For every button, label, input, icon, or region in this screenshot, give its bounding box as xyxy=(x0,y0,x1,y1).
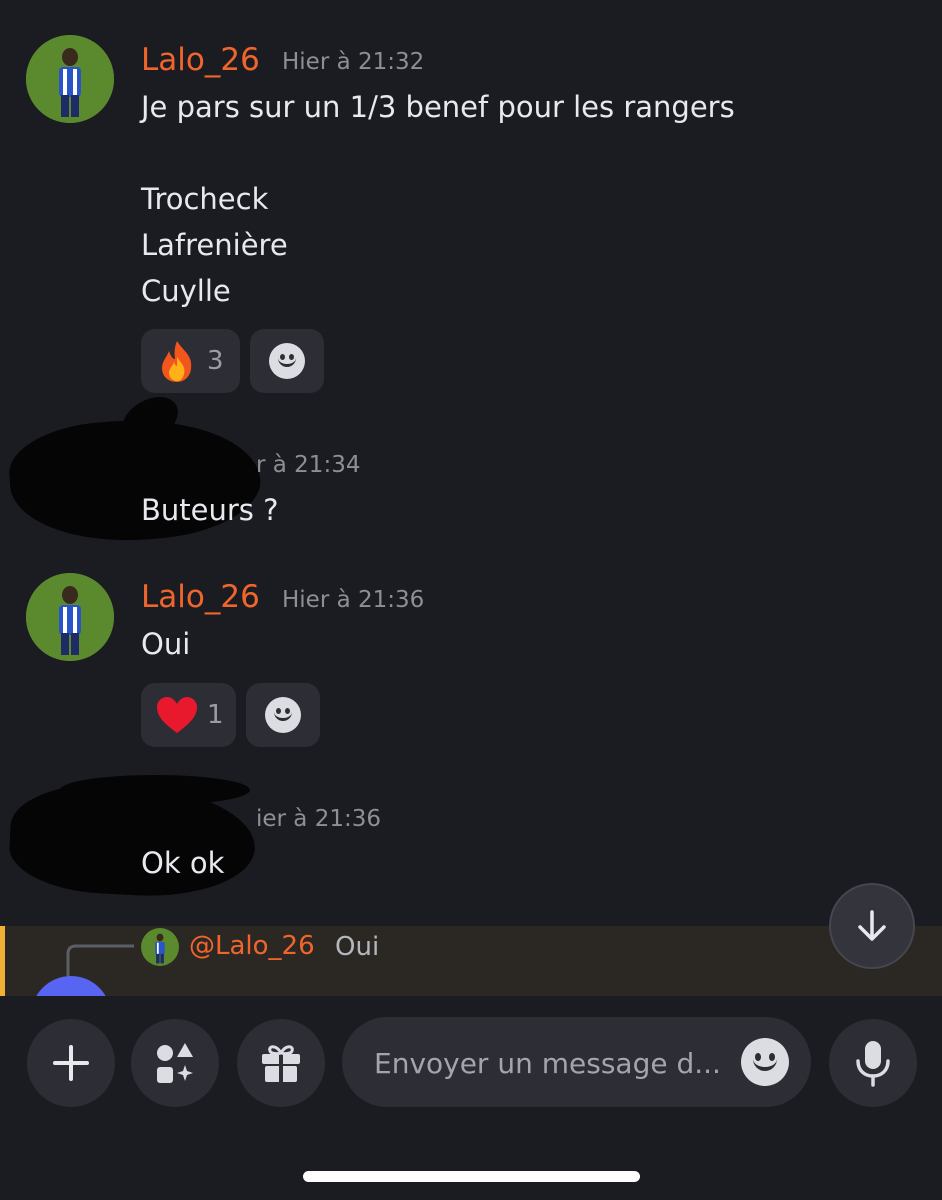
mention-highlight-bar xyxy=(0,926,5,998)
message-input[interactable] xyxy=(372,1017,736,1109)
message-text-line: Lafrenière xyxy=(141,228,288,262)
message-text-line: Cuylle xyxy=(141,274,231,308)
gift-icon xyxy=(262,1045,300,1082)
add-reaction-button[interactable] xyxy=(250,329,324,393)
plus-icon xyxy=(53,1045,89,1081)
voice-message-button[interactable] xyxy=(829,1019,917,1107)
reply-avatar xyxy=(141,928,179,966)
emoji-picker-button[interactable] xyxy=(741,1038,789,1086)
reply-quoted-text: Oui xyxy=(335,932,380,962)
user-avatar[interactable] xyxy=(26,573,114,661)
message-input-container[interactable] xyxy=(342,1017,811,1109)
message-text-line: Ok ok xyxy=(141,846,225,880)
add-reaction-button[interactable] xyxy=(246,683,320,747)
reaction-chip[interactable]: 3 xyxy=(141,329,240,393)
gift-button[interactable] xyxy=(237,1019,325,1107)
timestamp: ier à 21:36 xyxy=(256,806,381,832)
apps-icon xyxy=(157,1043,193,1083)
reaction-chip[interactable]: 1 xyxy=(141,683,236,747)
heart-emoji-icon xyxy=(155,693,199,737)
redaction-scribble xyxy=(60,775,250,805)
message-text-line: Je pars sur un 1/3 benef pour les ranger… xyxy=(141,90,735,124)
microphone-icon xyxy=(856,1041,890,1087)
apps-button[interactable] xyxy=(131,1019,219,1107)
fire-emoji-icon xyxy=(155,339,199,383)
timestamp: Hier à 21:32 xyxy=(282,49,425,75)
smiley-icon xyxy=(269,343,305,379)
user-avatar[interactable] xyxy=(26,35,114,123)
reaction-count: 1 xyxy=(207,700,224,730)
timestamp: r à 21:34 xyxy=(256,452,361,478)
scroll-to-bottom-button[interactable] xyxy=(829,883,915,969)
message-text-line: Oui xyxy=(141,627,191,661)
username[interactable]: Lalo_26 xyxy=(141,42,260,78)
username[interactable]: Lalo_26 xyxy=(141,579,260,615)
message-text-line: Buteurs ? xyxy=(141,493,279,527)
reaction-count: 3 xyxy=(207,346,224,376)
timestamp: Hier à 21:36 xyxy=(282,587,425,613)
home-indicator[interactable] xyxy=(303,1171,640,1182)
reply-message-preview[interactable]: @Lalo_26 Oui xyxy=(0,926,942,1056)
reply-mention[interactable]: @Lalo_26 xyxy=(189,931,315,961)
arrow-down-icon xyxy=(858,910,886,941)
add-attachment-button[interactable] xyxy=(27,1019,115,1107)
smiley-icon xyxy=(265,697,301,733)
message-text-line: Trocheck xyxy=(141,182,269,216)
reply-connector-icon xyxy=(66,944,134,980)
